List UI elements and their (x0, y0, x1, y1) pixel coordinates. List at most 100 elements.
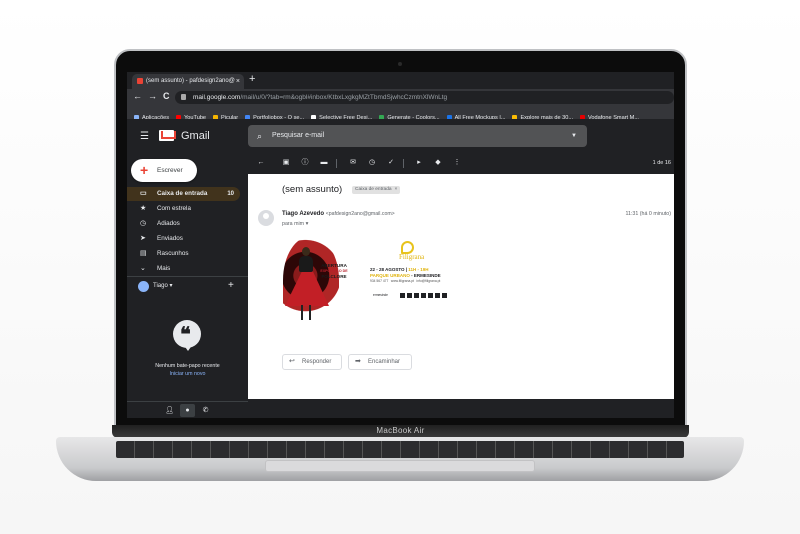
bookmark-item[interactable]: Picular (213, 111, 238, 119)
sidebar-item-draft[interactable]: ▤ Rascunhos (127, 247, 240, 261)
back-to-inbox-icon[interactable]: ← (255, 157, 267, 169)
hangouts-tabs: 👤︎ ● ✆ (127, 401, 248, 418)
compose-label: Escrever (157, 167, 183, 174)
forward-icon: ➡ (355, 358, 361, 365)
move-to-icon[interactable]: ▸ (413, 157, 425, 169)
browser-tab[interactable]: (sem assunto) - pafdesign2ano@ × (132, 74, 244, 89)
label-chip-text: Caixa de entrada (355, 187, 392, 192)
contacts-tab-icon[interactable]: 👤︎ (162, 404, 177, 417)
bookmarks-bar: Aplicações YouTube Picular Portfoliobox - O… (127, 106, 674, 120)
phone-tab-icon[interactable]: ✆ (198, 404, 213, 417)
compose-plus-icon: + (140, 162, 149, 178)
message-subject: (sem assunto) (282, 184, 343, 195)
bookmark-item[interactable]: YouTube (176, 111, 206, 119)
unread-count: 10 (227, 191, 234, 197)
hangouts-user[interactable]: Tiago ▾ (138, 280, 172, 292)
poster-park: PARQUE URBANO (370, 272, 410, 278)
bookmark-item[interactable]: Selective Free Desi... (311, 111, 372, 119)
reply-button[interactable]: ↩ Responder (282, 354, 342, 370)
gmail-sidebar: + Escrever ▭ Caixa de entrada 10 ★ Com estre… (127, 153, 248, 418)
add-task-icon[interactable]: ✓ (385, 157, 397, 169)
back-button[interactable]: ← (133, 91, 142, 101)
details-caret-icon: ▾ (305, 221, 309, 227)
inbox-label-chip[interactable]: Caixa de entrada × (352, 186, 401, 194)
start-new-chat-link[interactable]: Iniciar um novo (127, 371, 248, 377)
sidebar-item-inbox[interactable]: ▭ Caixa de entrada 10 (127, 187, 240, 201)
gmail-title[interactable]: Gmail (181, 130, 210, 142)
add-contact-button[interactable]: + (228, 280, 234, 291)
bookmark-favicon-icon (311, 114, 317, 119)
chevron-down-icon: ⌄ (140, 265, 146, 272)
tab-close-icon[interactable]: × (236, 74, 240, 89)
clock-icon: ◷ (140, 220, 147, 227)
browser-tabstrip: (sem assunto) - pafdesign2ano@ × + (127, 72, 674, 89)
poster-mail: info@filigrana.pt (416, 279, 441, 283)
gmail-favicon-icon (137, 78, 143, 84)
message-time: 11:31 (há 0 minuto) (625, 211, 671, 217)
sender-email: <pafdesign2ano@gmail.com> (325, 211, 395, 217)
poster-web: www.filigrana.pt (390, 279, 414, 283)
dancer-legs (301, 305, 311, 320)
sidebar-item-label: Caixa de entrada (157, 190, 208, 197)
report-spam-icon[interactable]: ⓘ (299, 157, 311, 169)
bookmark-item[interactable]: Explore mais de 30... (512, 111, 573, 119)
search-input[interactable]: ⌕ Pesquisar e-mail ▼ (248, 125, 587, 147)
laptop-keyboard (116, 441, 684, 458)
bookmark-favicon-icon (512, 114, 518, 119)
bookmark-item[interactable]: Portfoliobox - O se... (245, 111, 304, 119)
remove-label-icon[interactable]: × (395, 187, 398, 192)
address-bar[interactable]: mail.google.com/mail/u/0/?tab=rm&ogbl#in… (175, 91, 674, 104)
compose-button[interactable]: + Escrever (131, 159, 197, 182)
hangouts-user-name: Tiago (153, 283, 168, 289)
sidebar-item-chevron-down[interactable]: ⌄ Mais (127, 262, 240, 276)
poster-dates: 22 - 28 AGOSTO | (370, 267, 408, 272)
bookmark-item[interactable]: All Free Mockups |... (446, 111, 505, 119)
label-icon[interactable]: ◆ (432, 157, 444, 169)
sidebar-item-star[interactable]: ★ Com estrela (127, 202, 240, 216)
mark-unread-icon[interactable]: ✉ (347, 157, 359, 169)
search-icon[interactable]: ⌕ (257, 125, 262, 147)
bookmark-favicon-icon (245, 114, 251, 119)
poster-image[interactable]: ABERTURA EXPOSIÇÃO DE FOLCLORE Filigrana… (281, 234, 465, 328)
sender-name: Tiago Azevedo (282, 211, 325, 217)
search-options-icon[interactable]: ▼ (571, 125, 577, 147)
laptop-screen: (sem assunto) - pafdesign2ano@ × + ← → C… (127, 72, 674, 418)
chat-tab-icon[interactable]: ● (180, 404, 195, 417)
url-path: /mail/u/0/?tab=rm&ogbl#inbox/KtbxLxgkgMZ… (240, 94, 448, 101)
sponsor-logo: ermesinde (373, 293, 388, 297)
forward-button[interactable]: ➡ Encaminhar (348, 354, 412, 370)
bookmark-item[interactable]: Aplicações (134, 111, 169, 119)
url-host: mail.google.com (193, 94, 241, 101)
bookmark-favicon-icon (446, 114, 452, 119)
poster-town: - ERMESINDE (409, 272, 441, 278)
dancer-body (299, 256, 313, 272)
star-icon: ★ (140, 205, 147, 212)
sponsor-logos (400, 293, 448, 298)
sidebar-item-label: Com estrela (157, 205, 191, 212)
pagination-text: 1 de 16 (652, 160, 671, 166)
bookmark-favicon-icon (379, 114, 385, 119)
sidebar-item-send[interactable]: ➤ Enviados (127, 232, 240, 246)
bookmark-item[interactable]: Vodafone Smart M... (580, 111, 639, 119)
reload-button[interactable]: C (163, 91, 170, 101)
new-tab-button[interactable]: + (249, 73, 255, 85)
poster-details: 22 - 28 AGOSTO | 11H - 19H PARQUE URBANO… (370, 267, 452, 285)
delete-icon[interactable]: ▬ (318, 157, 330, 169)
reply-icon: ↩ (289, 358, 295, 365)
gmail-header: ☰ Gmail ⌕ Pesquisar e-mail ▼ (127, 120, 674, 153)
sidebar-item-clock[interactable]: ◷ Adiados (127, 217, 240, 231)
message-action-bar: ← ▣ ⓘ ▬ ✉ ◷ ✓ ▸ ◆ ⋮ 1 de 16 (248, 153, 674, 174)
forward-button[interactable]: → (148, 91, 157, 101)
more-options-icon[interactable]: ⋮ (451, 157, 463, 169)
inbox-icon: ▭ (140, 190, 147, 197)
snooze-icon[interactable]: ◷ (366, 157, 378, 169)
hangouts-chat-icon: ❝ (173, 320, 201, 351)
archive-icon[interactable]: ▣ (280, 157, 292, 169)
sidebar-item-label: Mais (157, 265, 171, 272)
gmail-logo-icon[interactable] (159, 130, 174, 141)
poster-phone: 934 567 477 (370, 279, 389, 283)
main-menu-icon[interactable]: ☰ (140, 131, 149, 142)
recipient-details[interactable]: para mim ▾ (282, 221, 308, 227)
dancer-head (302, 247, 310, 256)
bookmark-item[interactable]: Generate - Coolors... (379, 111, 440, 119)
